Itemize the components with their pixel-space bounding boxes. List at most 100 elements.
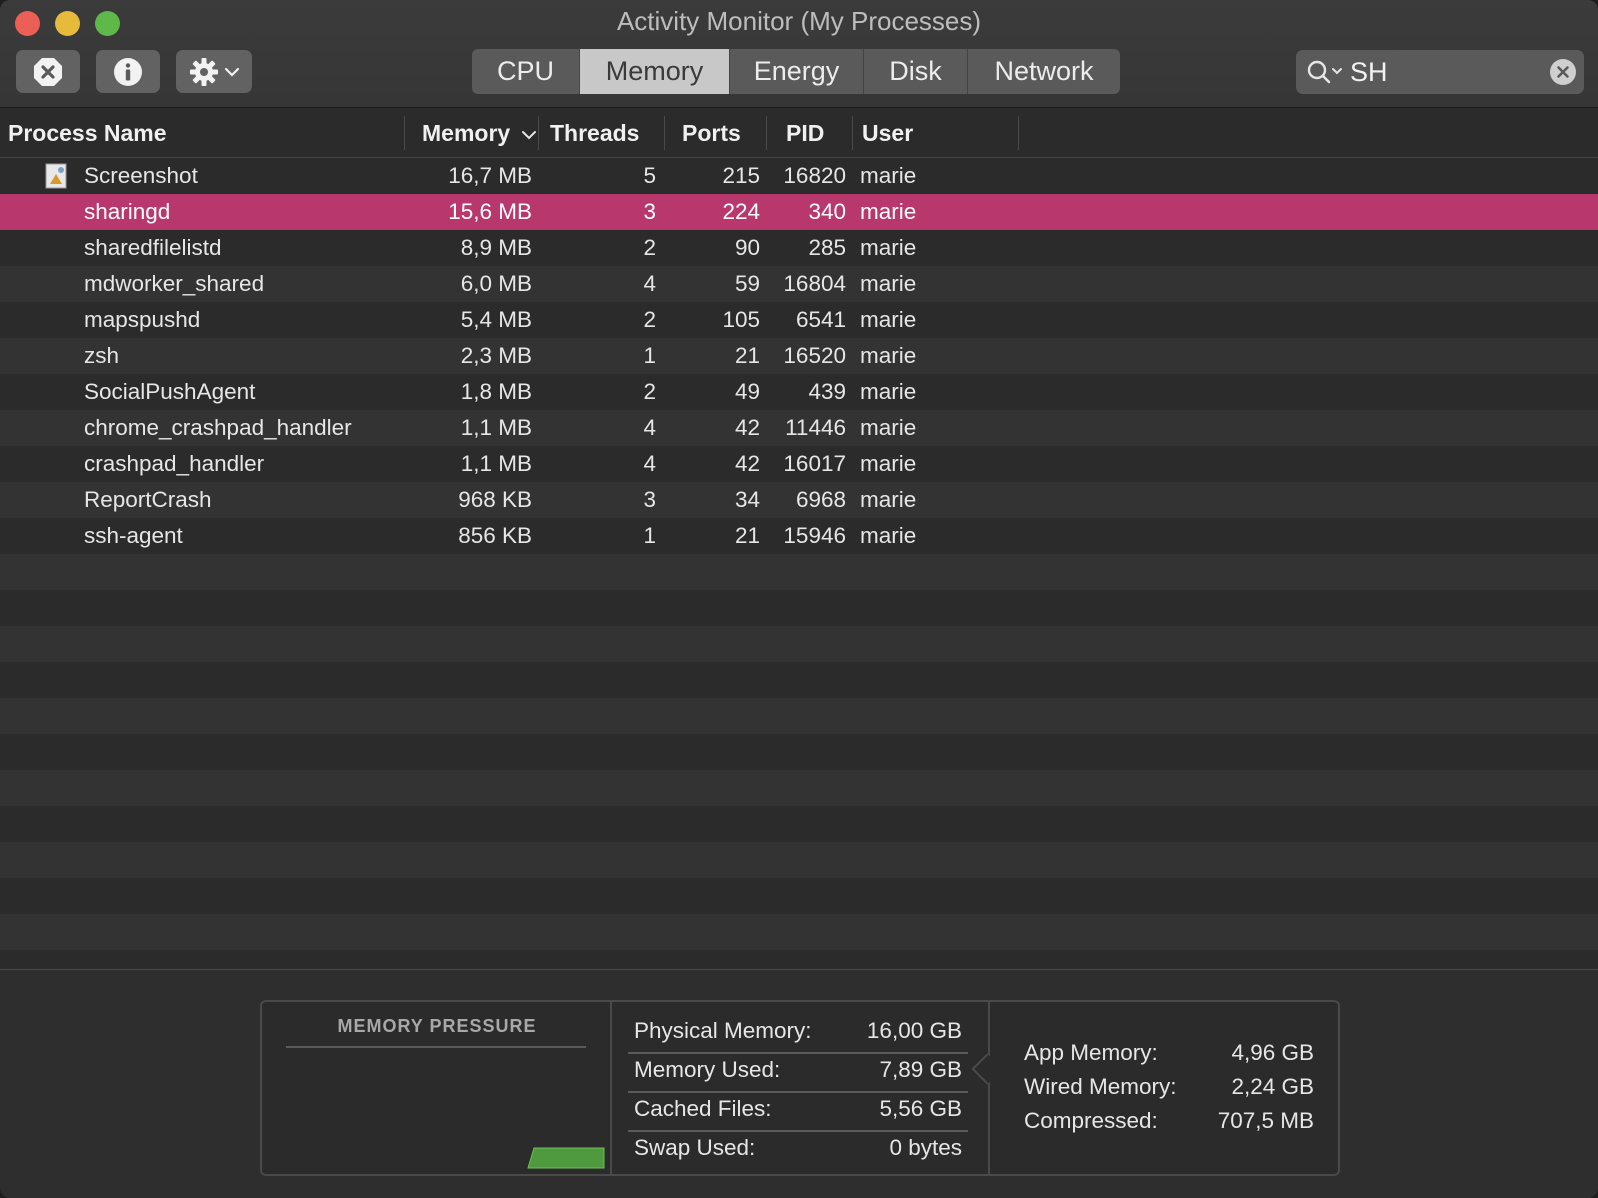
- empty-table-row: [0, 914, 1598, 950]
- process-table: Screenshot 16,7 MB 5 215 16820 marie sharingd 1…: [0, 158, 1598, 986]
- table-row[interactable]: ReportCrash 968 KB 3 34 6968 marie: [0, 482, 1598, 518]
- process-threads: 2: [643, 235, 656, 260]
- action-menu-button[interactable]: [176, 50, 252, 93]
- empty-table-row: [0, 734, 1598, 770]
- inspect-process-button[interactable]: [96, 50, 160, 93]
- process-pid: 285: [808, 235, 846, 260]
- memory-stat-value: 16,00 GB: [866, 1018, 962, 1043]
- process-name: sharedfilelistd: [84, 235, 222, 260]
- column-header-memory-label: Memory: [422, 120, 511, 146]
- process-name: chrome_crashpad_handler: [84, 415, 352, 440]
- process-user: marie: [860, 163, 917, 188]
- memory-pressure-section: MEMORY PRESSURE: [262, 1002, 612, 1174]
- process-threads: 1: [643, 523, 656, 548]
- column-header-user[interactable]: User: [862, 108, 913, 158]
- process-memory: 1,1 MB: [460, 451, 532, 476]
- tab-memory[interactable]: Memory: [580, 49, 730, 94]
- memory-stat-row: Cached Files: 5,56 GB: [628, 1088, 968, 1128]
- table-row[interactable]: chrome_crashpad_handler 1,1 MB 4 42 11446 mar…: [0, 410, 1598, 446]
- tab-disk[interactable]: Disk: [864, 49, 968, 94]
- process-user: marie: [860, 379, 917, 404]
- column-header-pid[interactable]: PID: [786, 108, 824, 158]
- process-ports: 21: [734, 523, 760, 548]
- gear-icon: [190, 57, 218, 86]
- tab-energy[interactable]: Energy: [730, 49, 864, 94]
- table-row[interactable]: zsh 2,3 MB 1 21 16520 marie: [0, 338, 1598, 374]
- clear-search-button[interactable]: [1550, 59, 1576, 85]
- table-header: Process Name Memory Threads Ports PID Us…: [0, 108, 1598, 158]
- memory-breakdown-value: 707,5 MB: [1217, 1108, 1314, 1133]
- column-header-memory[interactable]: Memory: [422, 108, 537, 158]
- empty-table-row: [0, 770, 1598, 806]
- process-threads: 3: [643, 199, 656, 224]
- process-ports: 90: [734, 235, 760, 260]
- table-row[interactable]: Screenshot 16,7 MB 5 215 16820 marie: [0, 158, 1598, 194]
- search-field[interactable]: [1296, 50, 1584, 94]
- process-pid: 15946: [783, 523, 846, 548]
- stop-process-button[interactable]: [16, 50, 80, 93]
- memory-stat-label: Cached Files:: [634, 1096, 772, 1121]
- memory-breakdown-label: Wired Memory:: [1024, 1074, 1177, 1099]
- process-name: mdworker_shared: [84, 271, 265, 296]
- process-ports: 42: [734, 451, 760, 476]
- process-memory: 5,4 MB: [460, 307, 532, 332]
- process-ports: 105: [722, 307, 760, 332]
- memory-breakdown-label: Compressed:: [1024, 1108, 1158, 1133]
- process-user: marie: [860, 343, 917, 368]
- search-icon: [1307, 60, 1342, 84]
- search-input[interactable]: [1350, 54, 1540, 90]
- process-user: marie: [860, 199, 917, 224]
- tab-cpu[interactable]: CPU: [472, 49, 580, 94]
- memory-breakdown-row: App Memory: 4,96 GB: [1024, 1036, 1314, 1070]
- process-memory: 856 KB: [458, 523, 532, 548]
- activity-monitor-window: Activity Monitor (My Processes) CPU Memo…: [0, 0, 1598, 1198]
- table-row[interactable]: SocialPushAgent 1,8 MB 2 49 439 marie: [0, 374, 1598, 410]
- process-user: marie: [860, 487, 917, 512]
- process-ports: 42: [734, 415, 760, 440]
- table-row[interactable]: crashpad_handler 1,1 MB 4 42 16017 marie: [0, 446, 1598, 482]
- tab-network[interactable]: Network: [968, 49, 1120, 94]
- memory-stats: Physical Memory: 16,00 GB Memory Used: 7,89…: [628, 1002, 968, 1174]
- process-memory: 8,9 MB: [460, 235, 532, 260]
- process-threads: 2: [643, 379, 656, 404]
- process-pid: 16017: [783, 451, 846, 476]
- process-ports: 59: [734, 271, 760, 296]
- chevron-down-icon: [224, 67, 240, 77]
- process-pid: 16520: [783, 343, 846, 368]
- process-user: marie: [860, 271, 917, 296]
- process-name: Screenshot: [84, 163, 198, 188]
- column-header-threads[interactable]: Threads: [550, 108, 639, 158]
- process-memory: 968 KB: [458, 487, 532, 512]
- process-user: marie: [860, 307, 917, 332]
- memory-stat-value: 0 bytes: [889, 1135, 962, 1160]
- table-row[interactable]: mdworker_shared 6,0 MB 4 59 16804 marie: [0, 266, 1598, 302]
- process-user: marie: [860, 451, 917, 476]
- process-name: crashpad_handler: [84, 451, 265, 476]
- process-pid: 16804: [783, 271, 846, 296]
- table-row[interactable]: ssh-agent 856 KB 1 21 15946 marie: [0, 518, 1598, 554]
- close-icon: [1557, 66, 1569, 78]
- empty-table-row: [0, 554, 1598, 590]
- empty-table-row: [0, 842, 1598, 878]
- column-header-process-name[interactable]: Process Name: [8, 108, 167, 158]
- memory-breakdown-value: 2,24 GB: [1231, 1074, 1314, 1099]
- process-memory: 2,3 MB: [460, 343, 532, 368]
- screenshot-app-icon: [45, 163, 67, 189]
- toolbar: Activity Monitor (My Processes) CPU Memo…: [0, 0, 1598, 108]
- table-row[interactable]: sharedfilelistd 8,9 MB 2 90 285 marie: [0, 230, 1598, 266]
- memory-stat-row: Swap Used: 0 bytes: [628, 1127, 968, 1167]
- table-row[interactable]: sharingd 15,6 MB 3 224 340 marie: [0, 194, 1598, 230]
- column-header-ports[interactable]: Ports: [682, 108, 741, 158]
- process-ports: 224: [722, 199, 760, 224]
- empty-table-row: [0, 806, 1598, 842]
- process-name: sharingd: [84, 199, 171, 224]
- process-pid: 439: [808, 379, 846, 404]
- process-name: ssh-agent: [84, 523, 183, 548]
- process-memory: 15,6 MB: [448, 199, 532, 224]
- table-row[interactable]: mapspushd 5,4 MB 2 105 6541 marie: [0, 302, 1598, 338]
- process-pid: 340: [808, 199, 846, 224]
- empty-table-row: [0, 878, 1598, 914]
- process-threads: 1: [643, 343, 656, 368]
- memory-stat-value: 7,89 GB: [879, 1057, 962, 1082]
- memory-pressure-title: MEMORY PRESSURE: [337, 1016, 537, 1036]
